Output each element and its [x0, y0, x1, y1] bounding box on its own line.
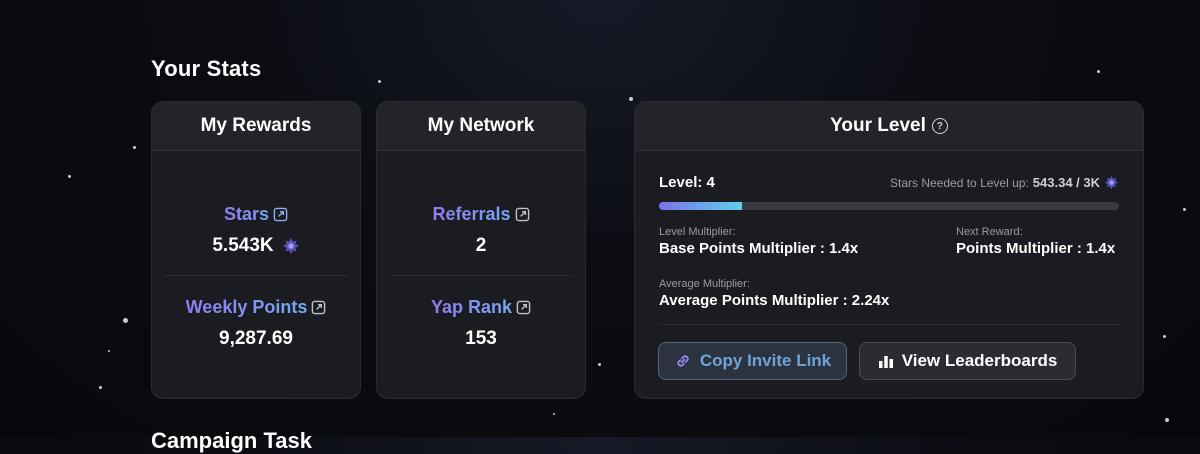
network-card-title: My Network: [377, 102, 585, 151]
stat-divider: [164, 275, 348, 276]
background-star: [68, 175, 71, 178]
background-star: [598, 363, 601, 366]
stars-link[interactable]: Stars: [224, 204, 288, 225]
referrals-link[interactable]: Referrals: [432, 204, 529, 225]
referrals-value: 2: [475, 235, 487, 256]
next-reward-value: Points Multiplier : 1.4x: [956, 240, 1116, 257]
network-card: My Network Referrals 2 Yap Rank 153: [376, 101, 586, 399]
copy-invite-link-label: Copy Invite Link: [699, 351, 832, 370]
level-card-title: Your Level: [830, 115, 926, 136]
weekly-points-link[interactable]: Weekly Points: [186, 297, 327, 318]
view-leaderboards-label: View Leaderboards: [901, 351, 1058, 370]
background-star: [133, 146, 136, 149]
level-multiplier: Level Multiplier: Base Points Multiplier…: [659, 226, 858, 257]
external-link-icon: [312, 300, 326, 315]
yap-rank-value: 153: [465, 328, 497, 349]
referrals-stat: Referrals 2: [377, 204, 585, 257]
level-divider: [659, 324, 1119, 325]
background-star: [1097, 70, 1100, 73]
background-star: [1183, 208, 1186, 211]
bar-chart-icon: [878, 356, 893, 368]
background-star: [378, 80, 381, 83]
yap-rank-label: Yap Rank: [430, 297, 513, 317]
level-progress-fill: [659, 202, 742, 210]
weekly-points-label: Weekly Points: [185, 297, 308, 317]
star-badge-icon: [282, 237, 299, 255]
average-multiplier-caption: Average Multiplier:: [659, 278, 750, 290]
level-label: Level: 4: [659, 174, 715, 191]
level-progress-bar: [659, 202, 1119, 210]
average-multiplier-value: Average Points Multiplier : 2.24x: [659, 292, 890, 309]
next-section-title: Campaign Task: [151, 428, 312, 453]
background-star: [123, 318, 128, 323]
background-star: [553, 413, 555, 415]
stars-value-row: 5.543K: [212, 235, 299, 257]
next-reward: Next Reward: Points Multiplier : 1.4x: [956, 226, 1115, 257]
weekly-points-stat: Weekly Points 9,287.69: [152, 297, 360, 350]
stars-needed: Stars Needed to Level up: 543.34 / 3K: [890, 175, 1119, 190]
stars-label: Stars: [223, 204, 270, 224]
background-star: [108, 350, 110, 352]
stars-needed-value: 543.34 / 3K: [1032, 175, 1100, 190]
link-icon: [677, 355, 689, 367]
yap-rank-link[interactable]: Yap Rank: [431, 297, 531, 318]
average-multiplier: Average Multiplier: Average Points Multi…: [659, 278, 889, 309]
level-row: Level: 4 Stars Needed to Level up: 543.3…: [659, 174, 1119, 191]
stars-stat: Stars 5.543K: [152, 204, 360, 257]
background-star: [1165, 418, 1169, 422]
background-star: [629, 97, 633, 101]
info-icon[interactable]: ?: [931, 118, 948, 134]
view-leaderboards-button[interactable]: View Leaderboards: [859, 342, 1076, 380]
section-title: Your Stats: [151, 56, 262, 81]
star-badge-icon: [1104, 175, 1119, 190]
external-link-icon: [516, 300, 531, 315]
stars-needed-label: Stars Needed to Level up:: [890, 175, 1029, 190]
stat-divider: [389, 275, 573, 276]
next-reward-caption: Next Reward:: [956, 226, 1023, 238]
weekly-points-value: 9,287.69: [219, 328, 293, 349]
copy-invite-link-button[interactable]: Copy Invite Link: [658, 342, 847, 380]
level-card-header: Your Level ?: [635, 102, 1143, 151]
level-card: Your Level ? Level: 4 Stars Needed to Le…: [634, 101, 1144, 399]
background-star: [1163, 335, 1166, 338]
external-link-icon: [273, 207, 288, 222]
stars-value: 5.543K: [212, 235, 274, 256]
rewards-card-title: My Rewards: [152, 102, 360, 151]
level-multiplier-caption: Level Multiplier:: [659, 226, 736, 238]
yap-rank-stat: Yap Rank 153: [377, 297, 585, 350]
rewards-card: My Rewards Stars 5.543K Weekly Points 9,…: [151, 101, 361, 399]
level-multiplier-value: Base Points Multiplier : 1.4x: [659, 240, 859, 257]
referrals-label: Referrals: [432, 204, 511, 224]
background-star: [99, 386, 102, 389]
external-link-icon: [515, 207, 529, 222]
